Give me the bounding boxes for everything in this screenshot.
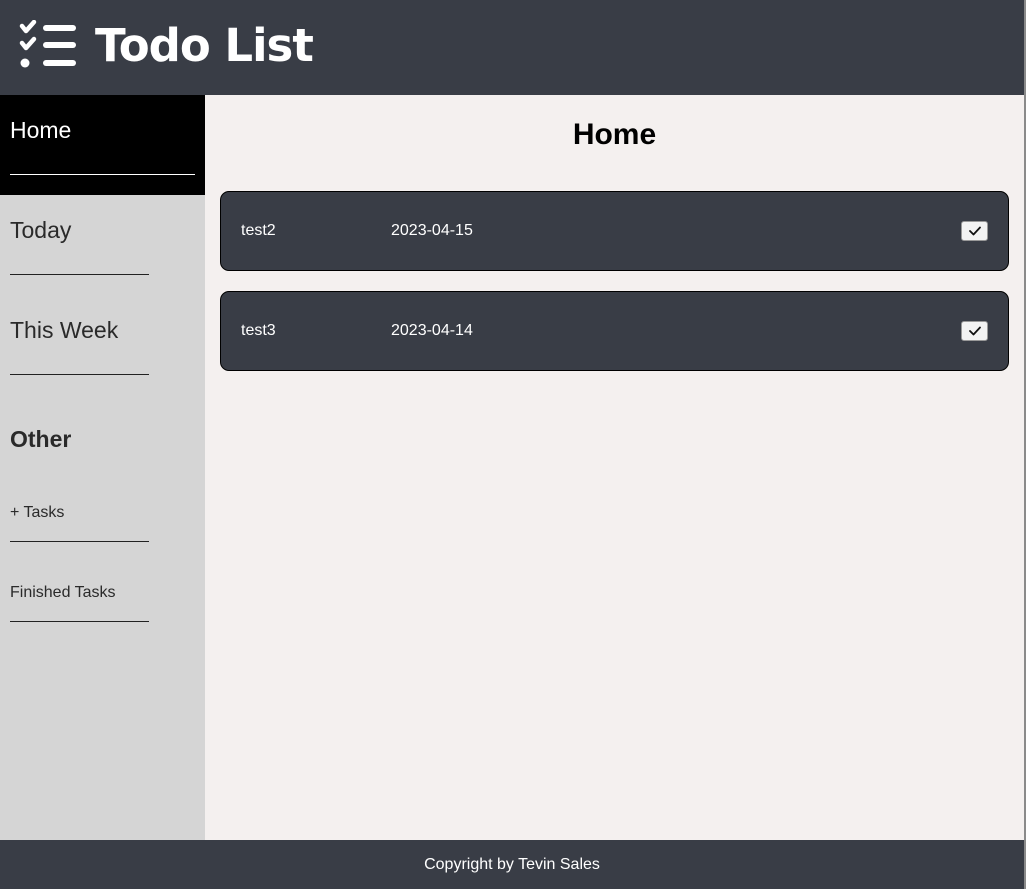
sidebar-item-label: Today bbox=[10, 217, 72, 243]
page-title: Home bbox=[572, 118, 657, 151]
divider bbox=[10, 621, 149, 622]
checklist-icon bbox=[19, 20, 76, 68]
sidebar-item-label: + Tasks bbox=[10, 504, 65, 521]
task-date: 2023-04-15 bbox=[391, 222, 473, 239]
sidebar-item-finished-tasks[interactable]: Finished Tasks bbox=[0, 583, 205, 663]
divider bbox=[10, 374, 149, 375]
copyright-text: Copyright by Tevin Sales bbox=[424, 856, 600, 873]
sidebar-item-label: Finished Tasks bbox=[10, 584, 116, 601]
task-name: test3 bbox=[241, 322, 276, 339]
sidebar-item-add-tasks[interactable]: + Tasks bbox=[0, 503, 205, 583]
app-title: Todo List bbox=[95, 19, 314, 72]
complete-task-button[interactable] bbox=[961, 221, 988, 241]
checkmark-icon bbox=[968, 326, 981, 336]
sidebar: Home Today This Week Other + Tasks Finis… bbox=[0, 95, 205, 840]
sidebar-item-today[interactable]: Today bbox=[0, 195, 205, 295]
sidebar-section-heading: Other bbox=[10, 426, 72, 452]
checkmark-icon bbox=[968, 226, 981, 236]
sidebar-item-label: Home bbox=[10, 117, 72, 143]
task-card: test3 2023-04-14 bbox=[220, 291, 1009, 371]
app-header: Todo List bbox=[0, 0, 1024, 95]
task-card: test2 2023-04-15 bbox=[220, 191, 1009, 271]
task-date: 2023-04-14 bbox=[391, 322, 473, 339]
divider bbox=[10, 274, 149, 275]
sidebar-item-home[interactable]: Home bbox=[0, 95, 205, 195]
sidebar-item-label: This Week bbox=[10, 317, 119, 343]
footer: Copyright by Tevin Sales bbox=[0, 840, 1024, 889]
main-content: Home test2 2023-04-15 test3 2023-04-14 bbox=[205, 95, 1024, 840]
divider bbox=[10, 541, 149, 542]
task-name: test2 bbox=[241, 222, 276, 239]
sidebar-item-this-week[interactable]: This Week bbox=[0, 295, 205, 395]
complete-task-button[interactable] bbox=[961, 321, 988, 341]
divider bbox=[10, 174, 195, 175]
